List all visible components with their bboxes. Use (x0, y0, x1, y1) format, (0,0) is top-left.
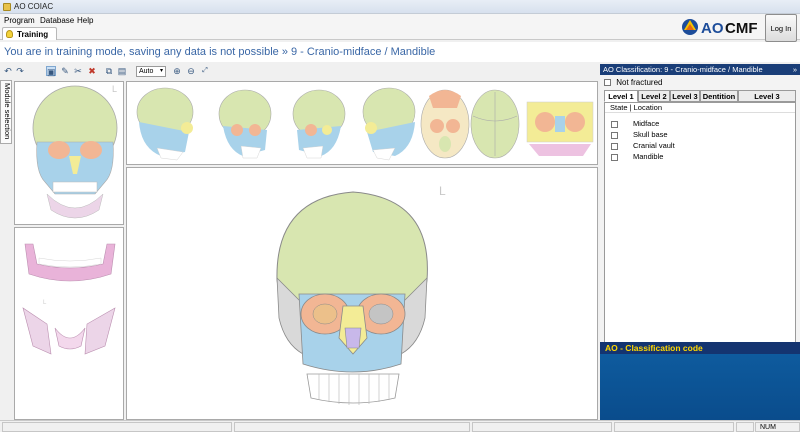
mandible-image[interactable]: L (15, 228, 125, 421)
view-marker: L (111, 84, 117, 94)
menu-help[interactable]: Help (77, 16, 93, 25)
tab-level-3-focused[interactable]: Level 3 focused (738, 90, 796, 112)
window-title: AO COIAC (14, 2, 54, 11)
location-table: State | Location Midface Skull base Cran… (604, 102, 796, 366)
mandible-panel[interactable]: L (14, 227, 124, 420)
tab-level-2[interactable]: Level 2 (638, 90, 670, 102)
cranial-vault-checkbox[interactable] (611, 142, 618, 150)
skull-lateral-left-thumb[interactable] (362, 87, 416, 161)
table-row[interactable]: Skull base (611, 130, 668, 139)
tab-level-1[interactable]: Level 1 (604, 90, 638, 102)
redo-icon[interactable]: ↷ (15, 66, 25, 76)
status-cell (2, 422, 232, 432)
chevron-right-icon[interactable]: » (793, 64, 797, 75)
status-cell (472, 422, 612, 432)
tab-dentition[interactable]: Dentition (700, 90, 738, 102)
app-icon (3, 3, 11, 11)
not-fractured-box[interactable] (604, 79, 611, 87)
select-tool-icon[interactable]: ▣ (46, 66, 56, 77)
menu-database[interactable]: Database (40, 16, 74, 25)
aocmf-logo: AO CMF (680, 16, 760, 38)
mode-bar: You are in training mode, saving any dat… (0, 42, 800, 62)
main-skull-image[interactable] (127, 168, 599, 421)
title-bar: AO COIAC (0, 0, 800, 14)
main-view-marker: L (439, 184, 446, 198)
location-midface: Midface (633, 119, 660, 128)
main-skull-view[interactable]: L (126, 167, 598, 420)
pen-icon[interactable]: ✎ (60, 66, 70, 76)
skull-oblique-left-thumb[interactable] (292, 89, 346, 159)
status-cell (614, 422, 734, 432)
fit-view-icon[interactable]: ⤢ (200, 66, 210, 76)
zoom-select[interactable]: Auto ▾ (136, 66, 166, 77)
tab-level-3[interactable]: Level 3 (670, 90, 700, 102)
classification-code-area (600, 354, 800, 420)
classification-code-header: AO - Classification code (600, 342, 800, 354)
zoom-value: Auto (139, 68, 154, 75)
classification-panel: AO Classification: 9 - Cranio-midface / … (600, 64, 800, 420)
training-mode-breadcrumb: You are in training mode, saving any dat… (4, 46, 436, 58)
module-selection-tab[interactable]: Module selection (0, 80, 12, 144)
frontal-skull-image[interactable] (15, 82, 125, 226)
zoom-out-icon[interactable]: ⊖ (186, 66, 196, 76)
zoom-in-icon[interactable]: ⊕ (172, 66, 182, 76)
login-button[interactable]: Log In (765, 14, 797, 42)
menu-program[interactable]: Program (4, 16, 35, 25)
table-header: State | Location (605, 103, 795, 113)
lightbulb-icon (6, 30, 13, 38)
classification-header: AO Classification: 9 - Cranio-midface / … (600, 64, 800, 75)
skull-superior-thumb[interactable] (470, 89, 520, 159)
skull-inferior-thumb[interactable] (420, 89, 470, 159)
location-skull-base: Skull base (633, 130, 668, 139)
table-row[interactable]: Midface (611, 119, 659, 128)
status-cell (234, 422, 470, 432)
copy-icon[interactable]: ⧉ (104, 66, 114, 76)
status-bar: NUM (0, 420, 800, 432)
orbit-posterior-thumb[interactable] (526, 101, 594, 156)
table-row[interactable]: Mandible (611, 152, 663, 161)
mandible-checkbox[interactable] (611, 153, 618, 161)
status-cell (736, 422, 754, 432)
skull-oblique-right-thumb[interactable] (218, 89, 272, 159)
midface-checkbox[interactable] (611, 120, 618, 128)
frontal-skull-panel[interactable]: L (14, 81, 124, 225)
table-row[interactable]: Cranial vault (611, 141, 675, 150)
module-selection-label: Module selection (3, 83, 12, 140)
undo-icon[interactable]: ↶ (3, 66, 13, 76)
scissors-icon[interactable]: ✂ (73, 66, 83, 76)
logo-cmf-text: CMF (725, 20, 758, 37)
location-mandible: Mandible (633, 152, 664, 161)
tab-training[interactable]: Training (2, 27, 57, 40)
skull-base-checkbox[interactable] (611, 131, 618, 139)
logo-ao-text: AO (701, 20, 724, 37)
tab-training-label: Training (17, 30, 49, 39)
toolbar: ↶ ↷ ▣ ✎ ✂ ✖ ⧉ ▤ Auto ▾ ⊕ ⊖ ⤢ (0, 64, 600, 80)
not-fractured-checkbox[interactable]: Not fractured (604, 78, 662, 87)
num-lock-indicator: NUM (755, 422, 800, 432)
not-fractured-label: Not fractured (616, 78, 663, 87)
skull-views-panel (126, 81, 598, 165)
skull-lateral-right-thumb[interactable] (136, 87, 194, 161)
location-cranial-vault: Cranial vault (633, 141, 675, 150)
chevron-down-icon: ▾ (159, 68, 163, 74)
mandible-view-marker: L (43, 300, 47, 306)
save-image-icon[interactable]: ▤ (117, 66, 127, 76)
classification-title: AO Classification: 9 - Cranio-midface / … (603, 65, 763, 74)
delete-icon[interactable]: ✖ (87, 66, 97, 76)
